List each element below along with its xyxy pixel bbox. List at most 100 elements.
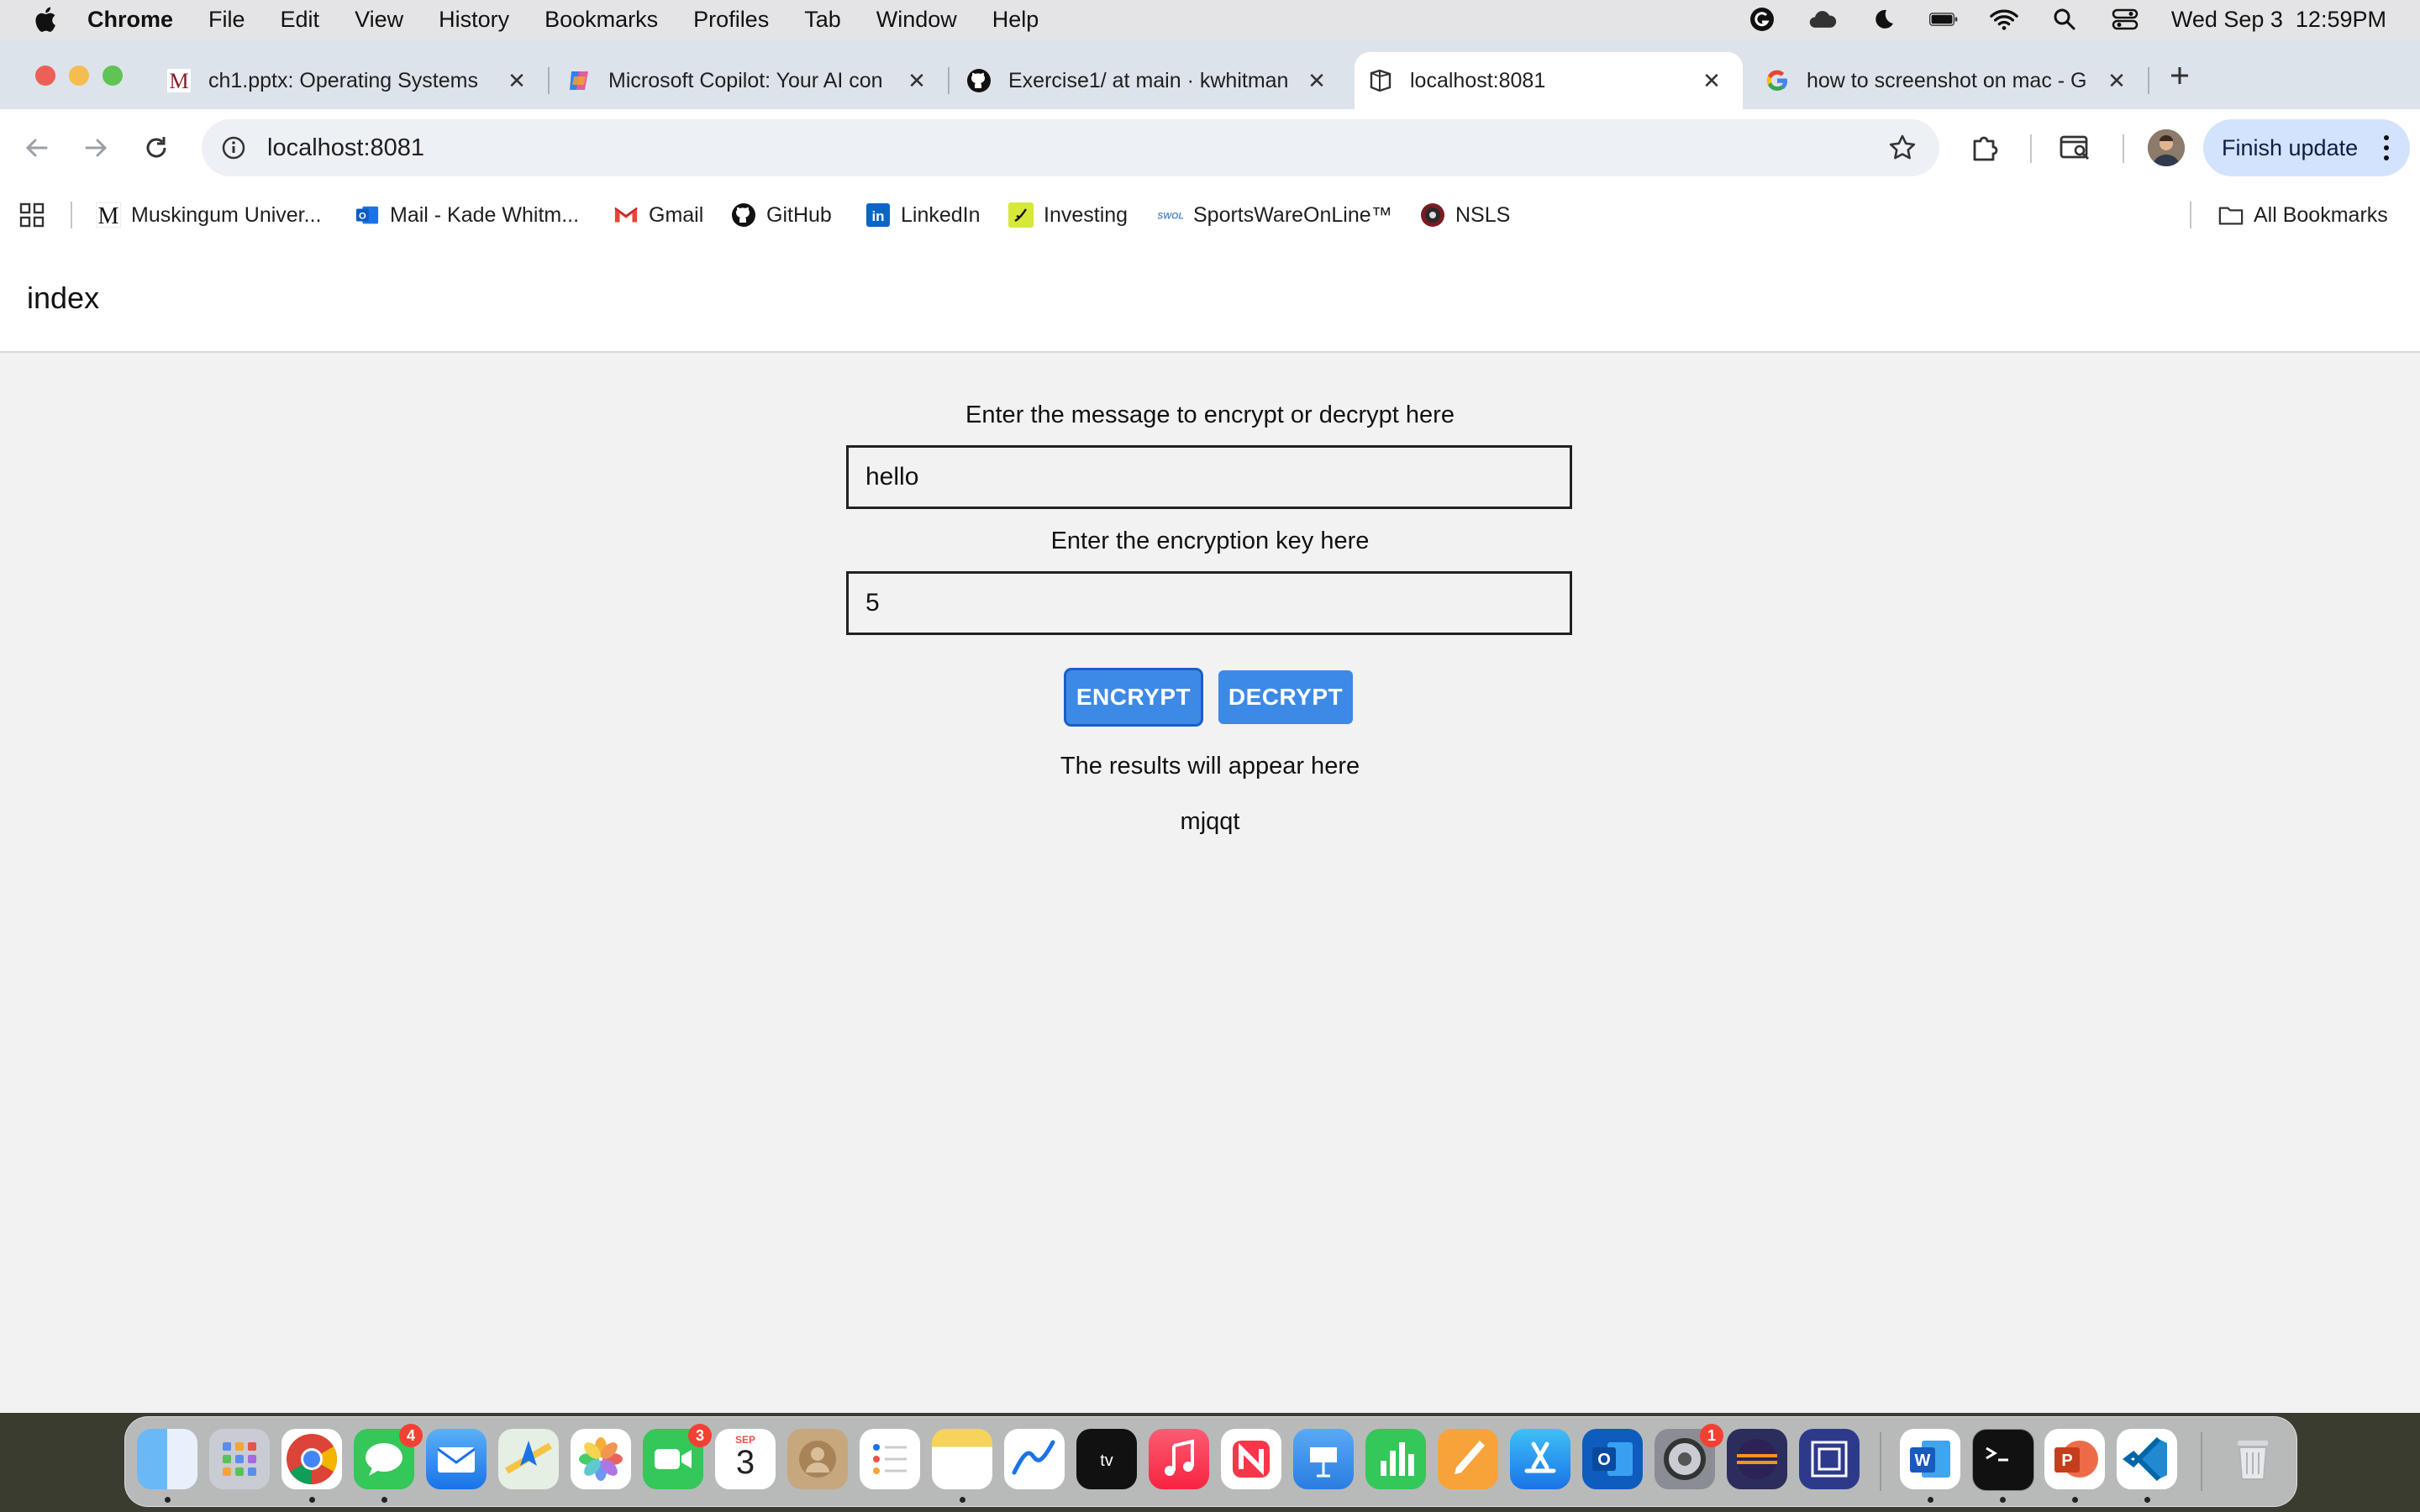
bookmark-muskingum[interactable]: M Muskingum Univer... xyxy=(96,197,321,234)
url-text[interactable]: localhost:8081 xyxy=(267,134,424,162)
bookmark-label: SportsWareOnLine™ xyxy=(1193,202,1392,227)
tab-close-icon[interactable]: ✕ xyxy=(1304,68,1329,94)
finish-update-button[interactable]: Finish update xyxy=(2203,119,2410,176)
apps-grid-icon[interactable] xyxy=(18,197,45,234)
svg-text:tv: tv xyxy=(1100,1452,1113,1470)
finish-update-label: Finish update xyxy=(2222,134,2359,160)
key-label: Enter the encryption key here xyxy=(1050,528,1370,554)
powerpoint-icon[interactable]: P xyxy=(2044,1429,2105,1489)
moon-icon[interactable] xyxy=(1869,7,1897,32)
back-arrow-icon[interactable] xyxy=(18,129,55,166)
bookmark-star-icon[interactable] xyxy=(1884,129,1921,166)
menu-help[interactable]: Help xyxy=(992,7,1039,33)
tab-title: ch1.pptx: Operating Systems xyxy=(208,68,478,92)
finder-icon[interactable] xyxy=(137,1429,197,1489)
pages-icon[interactable] xyxy=(1438,1429,1498,1489)
notes-icon[interactable] xyxy=(932,1429,992,1489)
decrypt-button[interactable]: DECRYPT xyxy=(1218,670,1353,724)
chrome-icon[interactable] xyxy=(281,1429,342,1489)
menu-view[interactable]: View xyxy=(355,7,403,33)
extensions-puzzle-icon[interactable] xyxy=(1966,129,2003,166)
reload-icon[interactable] xyxy=(138,129,175,166)
tab-google-search[interactable]: how to screenshot on mac - G ✕ xyxy=(1765,52,2129,109)
window-close-button[interactable] xyxy=(35,66,55,86)
clock[interactable]: Wed Sep 3 12:59PM xyxy=(2171,7,2386,33)
tab-close-icon[interactable]: ✕ xyxy=(2104,68,2129,94)
svg-text:O: O xyxy=(1597,1451,1611,1469)
app-store-icon[interactable] xyxy=(1510,1429,1570,1489)
grammarly-icon[interactable] xyxy=(1748,7,1776,32)
vscode-icon[interactable] xyxy=(2117,1429,2177,1489)
window-minimize-button[interactable] xyxy=(69,66,89,86)
all-bookmarks-folder[interactable]: All Bookmarks xyxy=(2218,197,2388,234)
menu-tab[interactable]: Tab xyxy=(804,7,841,33)
menu-profiles[interactable]: Profiles xyxy=(693,7,769,33)
bookmark-label: Gmail xyxy=(649,202,704,227)
tab-ch1-pptx[interactable]: M ch1.pptx: Operating Systems ✕ xyxy=(166,52,529,109)
battery-icon[interactable] xyxy=(1928,7,1958,32)
terminal-icon[interactable] xyxy=(1972,1429,2034,1491)
menu-file[interactable]: File xyxy=(208,7,245,33)
window-zoom-button[interactable] xyxy=(103,66,123,86)
keynote-icon[interactable] xyxy=(1293,1429,1354,1489)
mail-icon[interactable] xyxy=(426,1429,487,1489)
music-icon[interactable] xyxy=(1149,1429,1209,1489)
investing-icon xyxy=(1008,202,1034,228)
muskingum-icon: M xyxy=(166,68,192,93)
menu-app-name[interactable]: Chrome xyxy=(87,7,173,33)
tab-search-icon[interactable] xyxy=(2057,129,2094,166)
freeform-icon[interactable] xyxy=(1004,1429,1065,1489)
menu-history[interactable]: History xyxy=(439,7,509,33)
maps-icon[interactable] xyxy=(498,1429,559,1489)
site-info-icon[interactable] xyxy=(215,129,252,166)
tab-localhost-active[interactable]: localhost:8081 ✕ xyxy=(1355,52,1743,109)
menu-edit[interactable]: Edit xyxy=(281,7,320,33)
numbers-icon[interactable] xyxy=(1365,1429,1426,1489)
new-tab-plus-icon[interactable] xyxy=(2161,57,2198,94)
photos-icon[interactable] xyxy=(571,1429,631,1489)
bookmark-linkedin[interactable]: in LinkedIn xyxy=(865,197,981,234)
calendar-icon[interactable]: SEP 3 xyxy=(715,1429,776,1489)
tab-microsoft-copilot[interactable]: Microsoft Copilot: Your AI con ✕ xyxy=(566,52,929,109)
apple-logo-icon[interactable] xyxy=(32,5,57,34)
svg-text:O: O xyxy=(359,212,366,222)
address-bar[interactable]: localhost:8081 xyxy=(202,119,1939,176)
apple-tv-icon[interactable]: tv xyxy=(1076,1429,1137,1489)
forward-arrow-icon[interactable] xyxy=(77,129,114,166)
encrypt-button[interactable]: ENCRYPT xyxy=(1066,670,1201,724)
bookmark-nsls[interactable]: NSLS xyxy=(1420,197,1510,234)
muskingum-icon: M xyxy=(96,202,121,228)
bookmark-investing[interactable]: Investing xyxy=(1008,197,1128,234)
news-icon[interactable] xyxy=(1221,1429,1281,1489)
kebab-menu-icon[interactable] xyxy=(2378,131,2395,165)
tab-github-exercise1[interactable]: Exercise1/ at main · kwhitman ✕ xyxy=(966,52,1329,109)
bookmark-mail[interactable]: O Mail - Kade Whitm... xyxy=(355,197,579,234)
bookmark-sportswareonline[interactable]: SWOL SportsWareOnLine™ xyxy=(1158,197,1392,234)
wifi-icon[interactable] xyxy=(1990,7,2018,32)
reminders-icon[interactable] xyxy=(860,1429,920,1489)
control-center-icon[interactable] xyxy=(2111,7,2139,32)
word-icon[interactable]: W xyxy=(1900,1429,1960,1489)
bookmark-label: LinkedIn xyxy=(901,202,981,227)
bookmark-gmail[interactable]: Gmail xyxy=(613,197,703,234)
window-manager-icon[interactable] xyxy=(1799,1429,1860,1489)
spotlight-search-icon[interactable] xyxy=(2050,7,2079,32)
svg-text:M: M xyxy=(98,203,119,228)
bookmark-github[interactable]: GitHub xyxy=(731,197,832,234)
tab-close-icon[interactable]: ✕ xyxy=(1699,68,1724,94)
tab-close-icon[interactable]: ✕ xyxy=(504,68,529,94)
key-input[interactable] xyxy=(846,571,1572,635)
outlook-dock-icon[interactable]: O xyxy=(1582,1429,1643,1489)
launchpad-icon[interactable] xyxy=(209,1429,270,1489)
trash-icon[interactable] xyxy=(2223,1429,2283,1489)
svg-text:W: W xyxy=(1915,1452,1931,1470)
tab-close-icon[interactable]: ✕ xyxy=(904,68,929,94)
menu-window[interactable]: Window xyxy=(876,7,957,33)
profile-avatar[interactable] xyxy=(2148,129,2185,166)
message-input[interactable] xyxy=(846,445,1572,509)
cloud-icon[interactable] xyxy=(1808,7,1837,32)
contacts-icon[interactable] xyxy=(787,1429,848,1489)
eclipse-icon[interactable] xyxy=(1727,1429,1787,1489)
menu-bookmarks[interactable]: Bookmarks xyxy=(544,7,658,33)
messages-badge: 4 xyxy=(399,1424,423,1447)
